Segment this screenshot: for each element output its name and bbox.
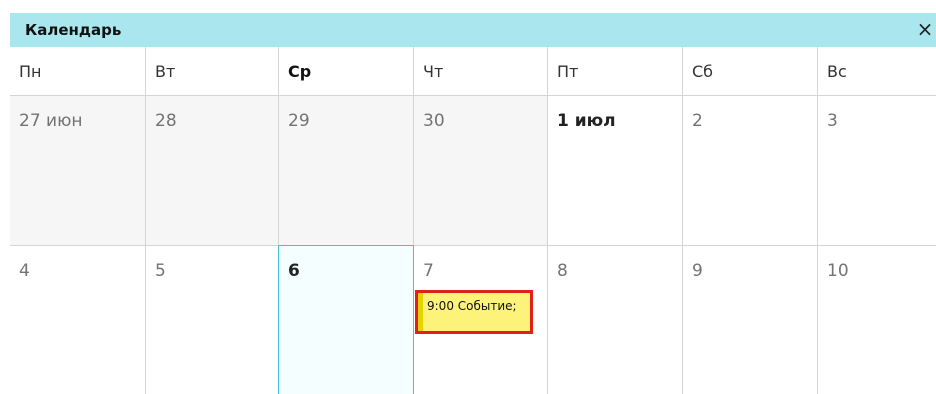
day-cell[interactable]: 10 [818,246,936,394]
day-number: 29 [288,111,310,131]
weekday-header-wed: Ср [279,47,414,96]
day-number: 5 [155,261,166,281]
weekday-label: Сб [692,62,714,81]
weekday-header-sat: Сб [683,47,818,96]
day-cell[interactable]: 4 [10,246,146,394]
event-time: 9:00 [427,299,454,313]
weekday-label: Вт [155,62,176,81]
day-cell[interactable]: 30 [414,96,548,246]
close-icon[interactable]: × [914,18,936,40]
weekday-label: Пт [557,62,579,81]
day-cell[interactable]: 29 [279,96,414,246]
event-text: 9:00 Событие; [427,298,517,314]
day-number: 2 [692,111,703,131]
weekday-header-sun: Вс [818,47,936,96]
day-cell[interactable]: 27 июн [10,96,146,246]
day-number: 30 [423,111,445,131]
window-title: Календарь [25,21,122,39]
weekday-header-fri: Пт [548,47,683,96]
calendar-window: Календарь × Пн Вт Ср Чт Пт Сб Вс 27 июн … [10,13,936,394]
day-number: 10 [827,261,849,281]
day-cell[interactable]: 1 июл [548,96,683,246]
day-cell-today[interactable]: 6 [278,245,414,394]
day-cell[interactable]: 8 [548,246,683,394]
weekday-header-tue: Вт [146,47,279,96]
event-label: Событие; [457,299,517,313]
day-cell[interactable]: 9 [683,246,818,394]
day-number: 1 июл [557,111,616,131]
day-number: 4 [19,261,30,281]
day-number: 8 [557,261,568,281]
day-cell[interactable]: 7 9:00 Событие; [414,246,548,394]
day-cell[interactable]: 5 [146,246,279,394]
weekday-header-thu: Чт [414,47,548,96]
day-number: 7 [423,261,434,281]
day-number: 3 [827,111,838,131]
day-cell[interactable]: 28 [146,96,279,246]
title-bar: Календарь × [10,13,936,47]
day-number: 6 [288,261,300,281]
day-number: 27 июн [19,111,83,131]
day-cell[interactable]: 2 [683,96,818,246]
calendar-event[interactable]: 9:00 Событие; [415,290,533,334]
weekday-label: Чт [423,62,444,81]
day-number: 9 [692,261,703,281]
weekday-header-mon: Пн [10,47,146,96]
weekday-label: Вс [827,62,847,81]
weekday-label: Ср [288,62,312,81]
day-cell[interactable]: 3 [818,96,936,246]
weekday-label: Пн [19,62,42,81]
event-color-stripe [418,293,423,331]
day-number: 28 [155,111,177,131]
